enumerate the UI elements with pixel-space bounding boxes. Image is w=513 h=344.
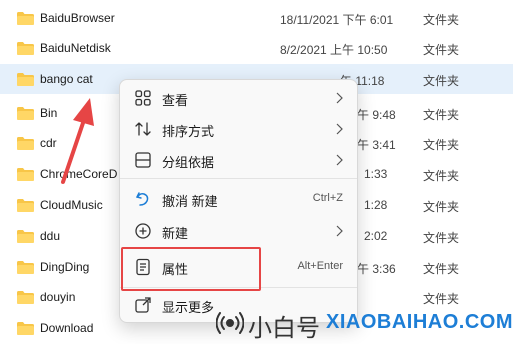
folder-icon [17, 230, 34, 243]
chevron-right-icon [336, 92, 343, 104]
broadcast-icon [216, 312, 244, 334]
menu-item-undo[interactable]: 撤消 新建 Ctrl+Z [124, 184, 353, 214]
file-date: 午 3:36 [357, 262, 396, 276]
file-name: ddu [40, 229, 61, 243]
share-icon [135, 297, 151, 313]
file-type: 文件夹 [423, 74, 460, 88]
file-row[interactable]: BaiduNetdisk 8/2/2021 上午 10:50 文件夹 [0, 33, 513, 63]
menu-item-label: 排序方式 [162, 124, 215, 139]
watermark-cn: 小白号 [248, 314, 320, 342]
group-icon [135, 152, 151, 168]
file-name: CloudMusic [40, 198, 103, 212]
folder-icon [17, 107, 34, 120]
file-name: BaiduNetdisk [40, 41, 111, 55]
file-type: 文件夹 [423, 200, 460, 214]
menu-item-label: 撤消 新建 [162, 194, 218, 209]
menu-item-label: 新建 [162, 226, 189, 241]
file-type: 文件夹 [423, 108, 460, 122]
folder-icon [17, 261, 34, 274]
menu-item-view[interactable]: 查看 [124, 83, 353, 113]
menu-item-label: 分组依据 [162, 155, 215, 170]
chevron-right-icon [336, 225, 343, 237]
folder-icon [17, 73, 34, 86]
file-date: 2:02 [364, 229, 388, 243]
shortcut-label: Ctrl+Z [312, 192, 343, 204]
file-type: 文件夹 [423, 138, 460, 152]
file-name: douyin [40, 290, 76, 304]
menu-item-new[interactable]: 新建 [124, 216, 353, 246]
menu-item-group[interactable]: 分组依据 [124, 145, 353, 175]
highlight-box [121, 247, 261, 291]
file-type: 文件夹 [423, 231, 460, 245]
folder-icon [17, 137, 34, 150]
file-date: 1:33 [364, 167, 388, 181]
file-type: 文件夹 [423, 43, 460, 57]
menu-item-sort[interactable]: 排序方式 [124, 114, 353, 144]
file-type: 文件夹 [423, 13, 460, 27]
menu-item-label: 查看 [162, 93, 189, 108]
folder-icon [17, 168, 34, 181]
folder-icon [17, 322, 34, 335]
folder-icon [17, 199, 34, 212]
file-date: 8/2/2021 上午 10:50 [280, 43, 388, 57]
file-date: 18/11/2021 下午 6:01 [280, 13, 394, 27]
file-name: DingDing [40, 260, 90, 274]
watermark: 小白号 XIAOBAIHAO.COM [214, 304, 513, 344]
folder-icon [17, 291, 34, 304]
plus-circle-icon [135, 223, 151, 239]
file-type: 文件夹 [423, 169, 460, 183]
sort-icon [135, 122, 151, 136]
file-date: 午 3:41 [357, 138, 396, 152]
chevron-right-icon [336, 123, 343, 135]
folder-icon [17, 42, 34, 55]
file-row[interactable]: BaiduBrowser 18/11/2021 下午 6:01 文件夹 [0, 3, 513, 33]
file-date: 1:28 [364, 198, 388, 212]
shortcut-label: Alt+Enter [297, 260, 343, 272]
file-name: bango cat [40, 72, 93, 86]
grid-icon [135, 90, 151, 106]
file-type: 文件夹 [423, 262, 460, 276]
undo-icon [135, 192, 149, 206]
menu-separator [120, 178, 357, 179]
chevron-right-icon [336, 154, 343, 166]
menu-item-label: 显示更多 [162, 300, 215, 315]
file-name: Download [40, 321, 94, 335]
annotation-arrow-icon [61, 98, 94, 184]
file-date: 午 9:48 [357, 108, 396, 122]
file-name: BaiduBrowser [40, 11, 115, 25]
watermark-en: XIAOBAIHAO.COM [326, 311, 513, 333]
folder-icon [17, 12, 34, 25]
